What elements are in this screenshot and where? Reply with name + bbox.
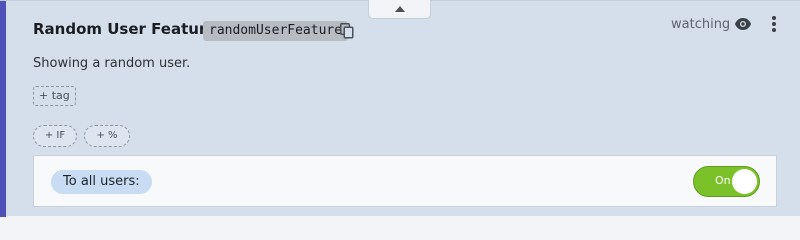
toggle-knob: [732, 169, 757, 194]
add-percentage-button[interactable]: + %: [84, 125, 130, 147]
card-accent-bar: [0, 1, 6, 217]
copy-icon[interactable]: [340, 23, 354, 39]
eye-icon[interactable]: [735, 18, 751, 30]
rule-panel: To all users: On: [33, 155, 777, 207]
toggle-label: On: [715, 174, 731, 187]
feature-key: randomUserFeature: [203, 21, 349, 41]
feature-description: Showing a random user.: [33, 56, 191, 71]
more-vertical-icon[interactable]: [769, 15, 779, 33]
feature-title: Random User Feature: [33, 20, 217, 38]
chevron-up-icon: [394, 6, 405, 12]
add-tag-button[interactable]: + tag: [33, 86, 76, 106]
collapse-toggle[interactable]: [368, 0, 431, 19]
target-all-users-chip: To all users:: [51, 170, 152, 194]
watch-status: watching: [671, 17, 731, 32]
feature-card: Random User Feature randomUserFeature wa…: [0, 0, 800, 217]
rule-toggle[interactable]: On: [693, 166, 760, 197]
add-if-condition-button[interactable]: + IF: [33, 125, 77, 147]
